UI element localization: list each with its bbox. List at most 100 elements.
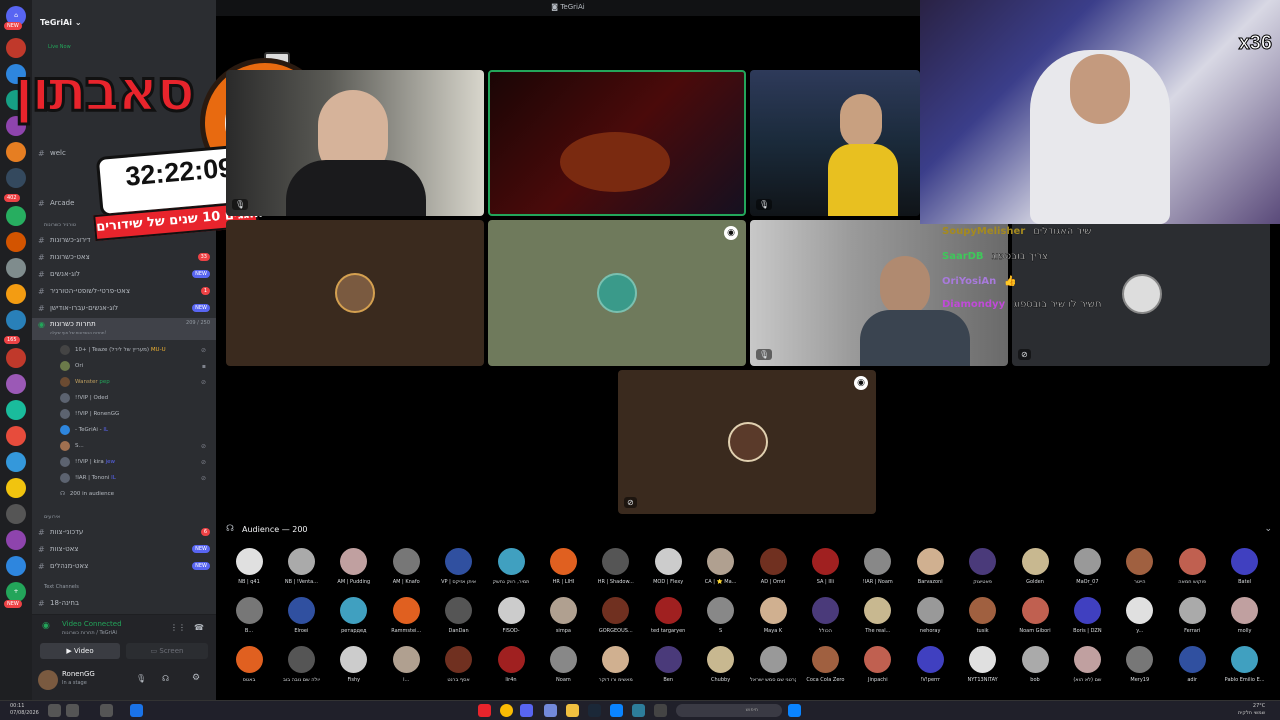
disconnect-icon[interactable]: ☎ [194,623,204,632]
audience-member[interactable]: VP | איתן אזיקס [436,548,482,596]
tray-icon[interactable] [48,704,61,717]
audience-member[interactable]: tusik [960,597,1006,645]
audience-member[interactable]: GORGEOUS... [593,597,639,645]
app-icon[interactable] [544,704,557,717]
audience-link[interactable]: ☊ 200 in audience [60,487,210,501]
watch-stream-icon[interactable]: ◉ [854,376,868,390]
audience-member[interactable]: S [698,597,744,645]
clock[interactable]: 00:11 07/08/2026 [10,703,39,717]
audience-member[interactable]: HR | LIHI [540,548,586,596]
voice-user[interactable]: !IAR | Tononi IL ⊘ [60,471,210,485]
server-icon[interactable] [6,374,26,394]
mic-icon[interactable]: 🎙︎ [136,674,146,683]
steam-icon[interactable] [588,704,601,717]
video-tile[interactable]: 🎙︎ [226,70,484,216]
server-header[interactable]: TeGriAi ⌄ [32,18,216,42]
category-header[interactable]: טורניר כשרונות [44,222,76,228]
windows-start-icon[interactable] [788,704,801,717]
discord-icon[interactable] [520,704,533,717]
tray-icon[interactable] [130,704,143,717]
audience-member[interactable]: אסף ברנט [436,646,482,694]
add-server-icon[interactable]: + [6,582,26,602]
voice-user[interactable]: 10+ | Teaze (מעריץ של לירל) MU-U ⊘ [60,343,210,357]
server-icon[interactable] [6,426,26,446]
screen-share-button[interactable]: ▭ Screen [126,643,208,659]
audience-member[interactable]: B... [226,597,272,645]
audience-member[interactable]: תמיר, רווק נחשק [488,548,534,596]
taskbar-search[interactable]: חיפוש [676,704,782,717]
audience-member[interactable]: HR | Shadow... [593,548,639,596]
audience-member[interactable]: AM | Knafo [383,548,429,596]
edge-icon[interactable] [610,704,623,717]
voice-user[interactable]: - TeGriAi - IL [60,423,210,437]
video-tile[interactable]: 🎙︎ [750,70,920,216]
noise-suppression-icon[interactable]: ⋮⋮ [170,623,186,632]
audio-tile[interactable]: ⊘ [1012,220,1270,366]
audio-tile[interactable]: ◉ [488,220,746,366]
audience-member[interactable]: ted targaryen [645,597,691,645]
tray-icon[interactable] [100,704,113,717]
audience-member[interactable]: molly [1222,597,1268,645]
video-button[interactable]: ▶ Video [40,643,120,659]
audience-member[interactable]: !IAR | Noam [855,548,901,596]
audience-member[interactable]: Elroei [278,597,324,645]
audience-member[interactable]: הייטר [1117,548,1163,596]
video-tile-speaking[interactable] [488,70,746,216]
audience-member[interactable]: פוקוש חמאה [1169,548,1215,596]
audience-member[interactable]: The real... [855,597,901,645]
app-icon[interactable] [654,704,667,717]
voice-user[interactable]: !!VIP | kira jew ⊘ [60,455,210,469]
avatar[interactable] [38,670,58,690]
audience-member[interactable]: AM | Pudding [331,548,377,596]
server-icon[interactable] [6,530,26,550]
audience-member[interactable]: Coca Cola Zero [802,646,848,694]
audience-member[interactable]: FISOD- [488,597,534,645]
audience-member[interactable]: bob [1012,646,1058,694]
audience-member[interactable]: פאטיצוק [960,548,1006,596]
audience-member[interactable]: NB | !Venta... [278,548,324,596]
audience-member[interactable]: קרטני שם סמש ישראל [750,646,796,694]
channel-item[interactable]: # צאט-צוות NEW [32,542,216,556]
voice-user[interactable]: S... ⊘ [60,439,210,453]
channel-item[interactable]: # צאט-מנהלים NEW [32,559,216,573]
channel-item[interactable]: # צאט-כשרונות 33 [32,250,216,264]
channel-item[interactable]: # עדכוני-צוות 6 [32,525,216,539]
audience-member[interactable]: adir [1169,646,1215,694]
server-icon[interactable] [6,556,26,576]
audience-member[interactable]: Jinpachi [855,646,901,694]
headphones-icon[interactable]: ☊ [162,674,169,683]
audience-member[interactable]: Batel [1222,548,1268,596]
server-icon[interactable] [6,348,26,368]
channel-item[interactable]: # צאט-פרטי-לשופטי-הטורניר 1 [32,284,216,298]
audience-member[interactable]: Ben [645,646,691,694]
server-icon[interactable] [6,168,26,188]
audience-member[interactable]: MOD | Flexy [645,548,691,596]
audience-member[interactable]: NB | q41 [226,548,272,596]
tray-icon[interactable] [66,704,79,717]
audience-member[interactable]: Maya K [750,597,796,645]
weather[interactable]: 27°C שמשי חלקית [1238,703,1265,717]
server-icon[interactable] [6,232,26,252]
audience-member[interactable]: Pablo Emilio E... [1222,646,1268,694]
voice-user[interactable]: Ori ▪ [60,359,210,373]
folder-icon[interactable] [566,704,579,717]
voice-status[interactable]: Video Connected [62,620,122,628]
audio-tile[interactable]: ◉ ⊘ [618,370,876,514]
audience-member[interactable]: באטס [226,646,272,694]
voice-user[interactable]: !!VIP | Oded [60,391,210,405]
audience-member[interactable]: מאשימ ורו דוקר [593,646,639,694]
server-icon[interactable] [6,258,26,278]
chevron-down-icon[interactable]: ⌄ [1264,524,1272,534]
audience-member[interactable]: Barvazoni [907,548,953,596]
server-icon[interactable] [6,478,26,498]
audience-member[interactable]: Noam Gibori [1012,597,1058,645]
channel-item[interactable]: # לוג-אנשים-עברו-אודישן NEW [32,301,216,315]
audience-member[interactable]: Boris | DZN [1064,597,1110,645]
voice-channel[interactable]: תחרות כשרונות / TeGriAi [62,630,117,636]
server-icon[interactable] [6,206,26,226]
audience-member[interactable]: שם (לא הוא) [1064,646,1110,694]
username[interactable]: RonenGG [62,670,95,678]
audience-member[interactable]: y... [1117,597,1163,645]
channel-item[interactable]: # בחינה-18 [32,596,216,610]
audience-member[interactable]: ретардед [331,597,377,645]
